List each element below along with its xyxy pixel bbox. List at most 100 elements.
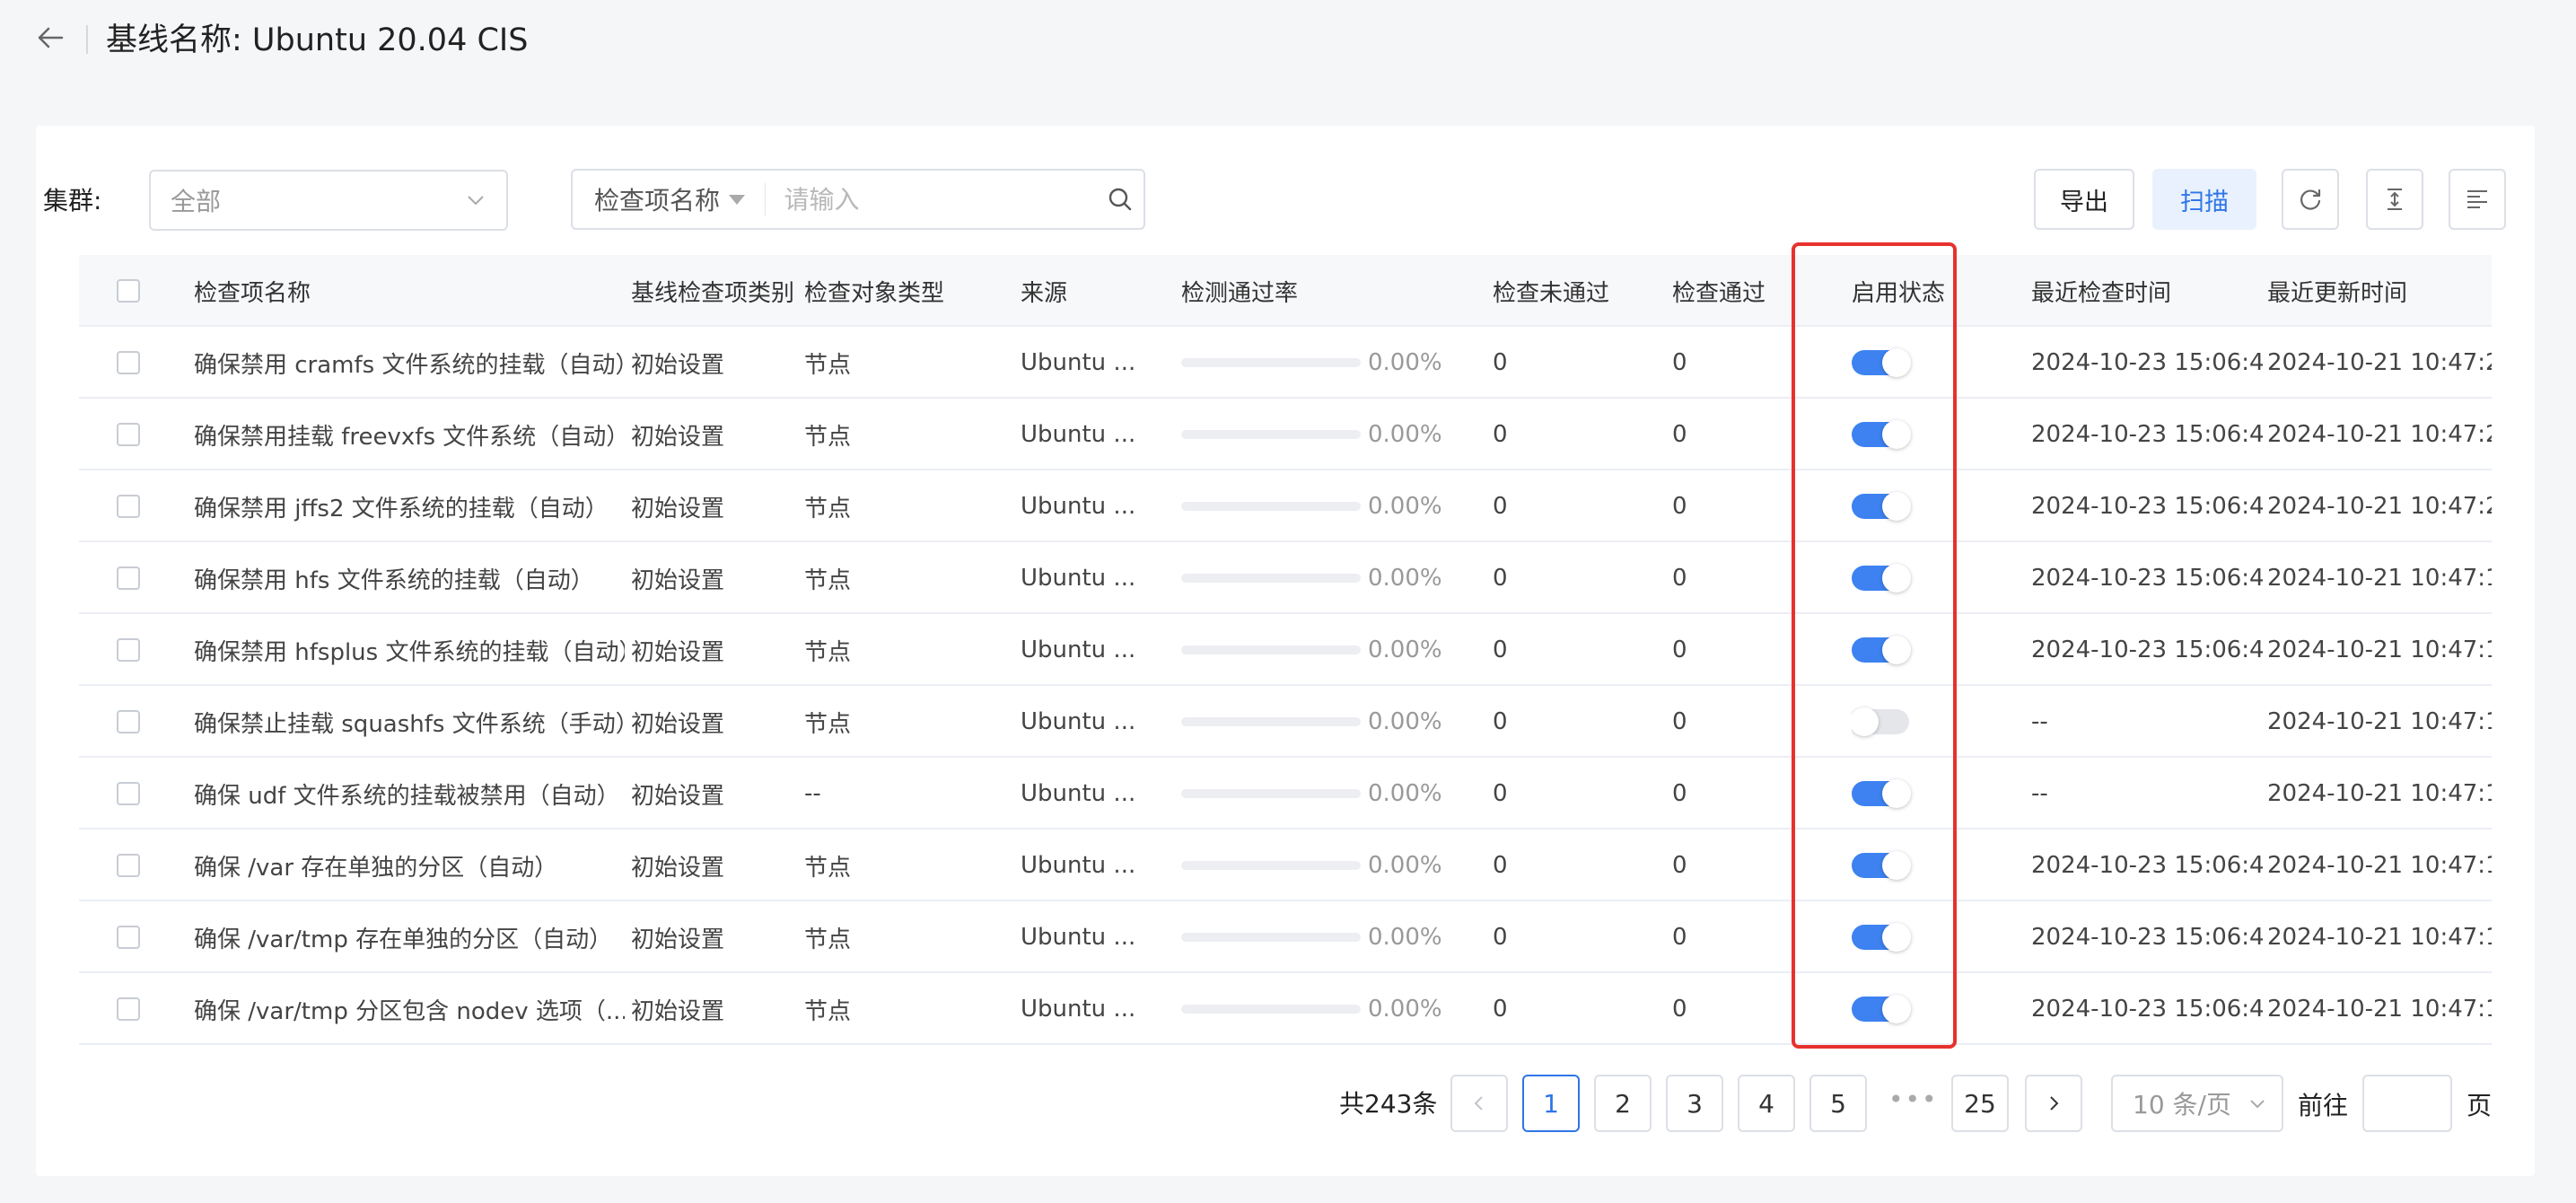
page-ellipsis[interactable]: ••• <box>1888 1084 1939 1114</box>
check-item-name-link[interactable]: 确保禁用 hfsplus 文件系统的挂载（自动） <box>194 614 625 686</box>
switch-knob <box>1882 348 1911 377</box>
cluster-select[interactable]: 全部 <box>149 170 508 231</box>
object-type-cell: 节点 <box>804 495 852 522</box>
enable-switch[interactable] <box>1852 564 1911 593</box>
category-cell: 初始设置 <box>631 710 725 738</box>
source-cell: Ubuntu ... <box>1021 852 1136 879</box>
row-checkbox-cell <box>117 614 142 686</box>
chevron-down-icon <box>468 196 484 206</box>
enable-switch[interactable] <box>1852 851 1911 880</box>
pass-count-cell: 0 <box>1672 780 1687 807</box>
row-checkbox-cell <box>117 830 142 901</box>
object-type-cell: 节点 <box>804 926 852 953</box>
enable-switch[interactable] <box>1852 779 1911 808</box>
enable-switch[interactable] <box>1852 492 1911 521</box>
pass-rate-cell: 0.00% <box>1181 542 1468 614</box>
table-row: 确保禁用 cramfs 文件系统的挂载（自动） 初始设置 节点 Ubuntu .… <box>79 327 2492 399</box>
last-check-cell: 2024-10-23 15:06:41 <box>2031 637 2265 663</box>
row-checkbox[interactable] <box>117 423 140 446</box>
pass-rate-text: 0.00% <box>1368 996 1442 1023</box>
row-checkbox[interactable] <box>117 566 140 590</box>
row-checkbox[interactable] <box>117 351 140 374</box>
last-check-cell: 2024-10-23 15:06:41 <box>2031 421 2265 448</box>
check-item-name-link[interactable]: 确保禁用挂载 freevxfs 文件系统（自动） <box>194 399 625 470</box>
pass-rate-progress <box>1181 861 1361 870</box>
page-button-4[interactable]: 4 <box>1738 1075 1795 1132</box>
refresh-button[interactable] <box>2282 169 2339 230</box>
enable-switch[interactable] <box>1852 995 1911 1023</box>
check-item-name-link[interactable]: 确保禁止挂载 squashfs 文件系统（手动） <box>194 686 625 758</box>
enable-switch[interactable] <box>1852 923 1911 952</box>
pass-rate-progress <box>1181 645 1361 654</box>
source-cell: Ubuntu ... <box>1021 421 1136 448</box>
enable-switch[interactable] <box>1852 420 1911 449</box>
table-row: 确保禁止挂载 squashfs 文件系统（手动） 初始设置 节点 Ubuntu … <box>79 686 2492 758</box>
caret-down-icon <box>728 194 745 205</box>
page-button-1[interactable]: 1 <box>1522 1075 1580 1132</box>
status-cell <box>1852 901 1986 973</box>
goto-page-input[interactable] <box>2362 1075 2452 1132</box>
page-button-5[interactable]: 5 <box>1809 1075 1867 1132</box>
check-item-name-link[interactable]: 确保禁用 cramfs 文件系统的挂载（自动） <box>194 327 625 399</box>
prev-page-button[interactable] <box>1450 1075 1508 1132</box>
row-checkbox[interactable] <box>117 710 140 733</box>
row-checkbox[interactable] <box>117 495 140 518</box>
source-cell: Ubuntu ... <box>1021 708 1136 735</box>
pass-rate-progress <box>1181 430 1361 439</box>
row-checkbox[interactable] <box>117 854 140 877</box>
switch-knob <box>1882 564 1911 593</box>
check-item-name-link[interactable]: 确保 /var/tmp 存在单独的分区（自动） <box>194 901 625 973</box>
check-item-name-link[interactable]: 确保 /var/tmp 分区包含 nodev 选项（... <box>194 973 625 1045</box>
object-type-cell: 节点 <box>804 710 852 738</box>
enable-switch[interactable] <box>1852 636 1911 664</box>
column-height-button[interactable] <box>2366 169 2423 230</box>
row-checkbox[interactable] <box>117 997 140 1021</box>
enable-switch[interactable] <box>1852 348 1911 377</box>
fail-count-cell: 0 <box>1493 421 1508 448</box>
status-cell <box>1852 399 1986 470</box>
pass-rate-text: 0.00% <box>1368 421 1442 448</box>
check-item-name-link[interactable]: 确保 udf 文件系统的挂载被禁用（自动） <box>194 758 625 830</box>
last-check-cell: 2024-10-23 15:06:41 <box>2031 349 2265 376</box>
pass-count-cell: 0 <box>1672 996 1687 1023</box>
page-button-last[interactable]: 25 <box>1951 1075 2009 1132</box>
density-button[interactable] <box>2449 169 2506 230</box>
next-page-button[interactable] <box>2025 1075 2082 1132</box>
source-cell: Ubuntu ... <box>1021 996 1136 1023</box>
pass-count-cell: 0 <box>1672 924 1687 951</box>
select-all-checkbox[interactable] <box>117 279 140 303</box>
check-item-name-link[interactable]: 确保禁用 hfs 文件系统的挂载（自动） <box>194 542 625 614</box>
row-checkbox[interactable] <box>117 638 140 662</box>
search-button[interactable] <box>1097 186 1143 213</box>
top-bar: 基线名称: Ubuntu 20.04 CIS <box>0 0 2576 90</box>
pass-rate-text: 0.00% <box>1368 565 1442 592</box>
search-field-select[interactable]: 检查项名称 <box>573 171 765 228</box>
category-cell: 初始设置 <box>631 997 725 1025</box>
fail-count-cell: 0 <box>1493 852 1508 879</box>
pass-count-cell: 0 <box>1672 852 1687 879</box>
fail-count-cell: 0 <box>1493 780 1508 807</box>
page-size-select[interactable]: 10 条/页 <box>2111 1075 2283 1132</box>
fail-count-cell: 0 <box>1493 349 1508 376</box>
page-button-3[interactable]: 3 <box>1666 1075 1723 1132</box>
pass-count-cell: 0 <box>1672 565 1687 592</box>
back-button[interactable] <box>32 20 68 56</box>
search-input[interactable] <box>766 184 1098 215</box>
scan-button[interactable]: 扫描 <box>2152 169 2256 230</box>
switch-knob <box>1882 995 1911 1023</box>
fail-count-cell: 0 <box>1493 565 1508 592</box>
page-button-2[interactable]: 2 <box>1594 1075 1652 1132</box>
header-divider <box>86 25 88 54</box>
check-item-name-link[interactable]: 确保禁用 jffs2 文件系统的挂载（自动） <box>194 470 625 542</box>
pass-rate-cell: 0.00% <box>1181 901 1468 973</box>
row-checkbox[interactable] <box>117 782 140 805</box>
row-checkbox[interactable] <box>117 926 140 949</box>
pass-count-cell: 0 <box>1672 637 1687 663</box>
last-update-cell: 2024-10-21 10:47:19 <box>2267 565 2492 592</box>
table-row: 确保 udf 文件系统的挂载被禁用（自动） 初始设置 -- Ubuntu ...… <box>79 758 2492 830</box>
export-button[interactable]: 导出 <box>2034 169 2134 230</box>
check-item-name-link[interactable]: 确保 /var 存在单独的分区（自动） <box>194 830 625 901</box>
enable-switch[interactable] <box>1852 707 1909 736</box>
last-update-cell: 2024-10-21 10:47:20 <box>2267 421 2492 448</box>
chevron-down-icon <box>2250 1100 2265 1109</box>
